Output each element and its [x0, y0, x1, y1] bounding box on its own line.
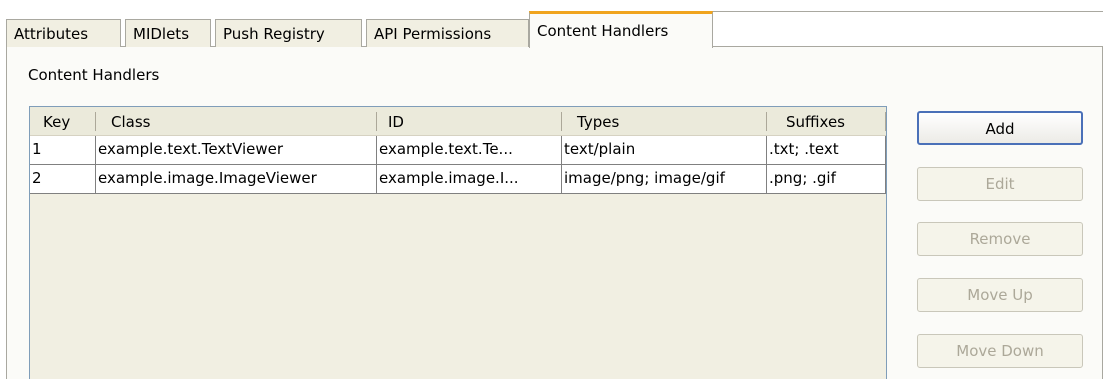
content-handlers-editor: Attributes MIDlets Push Registry API Per… — [0, 0, 1103, 379]
cell-suffixes: .png; .gif — [767, 165, 886, 194]
column-header-suffixes[interactable]: Suffixes — [767, 107, 886, 136]
move-down-button[interactable]: Move Down — [917, 334, 1083, 368]
tab-strip-top-edge — [713, 11, 1103, 12]
tab-strip: Attributes MIDlets Push Registry API Per… — [6, 11, 1103, 48]
content-handlers-table[interactable]: Key Class ID Types Suffixes 1 example.te… — [29, 106, 887, 379]
section-title: Content Handlers — [28, 66, 160, 84]
cell-types: image/png; image/gif — [562, 165, 767, 194]
cell-types: text/plain — [562, 136, 767, 165]
cell-class: example.text.TextViewer — [96, 136, 377, 165]
tab-midlets[interactable]: MIDlets — [125, 19, 211, 47]
add-button[interactable]: Add — [917, 111, 1083, 145]
content-handlers-panel: Content Handlers Key Class ID Types Suff… — [6, 47, 1103, 379]
table-row[interactable]: 1 example.text.TextViewer example.text.T… — [30, 136, 886, 165]
tab-label: Push Registry — [223, 25, 325, 43]
column-header-label: Key — [43, 113, 71, 131]
column-header-label: Types — [577, 113, 620, 131]
tab-label: Attributes — [14, 25, 89, 43]
column-header-label: Class — [111, 113, 151, 131]
edit-button[interactable]: Edit — [917, 167, 1083, 201]
tab-label: API Permissions — [374, 25, 492, 43]
cell-key: 1 — [30, 136, 96, 165]
table-row[interactable]: 2 example.image.ImageViewer example.imag… — [30, 165, 886, 194]
cell-suffixes: .txt; .text — [767, 136, 886, 165]
tab-attributes[interactable]: Attributes — [6, 19, 121, 47]
tab-api-permissions[interactable]: API Permissions — [366, 19, 529, 47]
column-separator — [885, 112, 886, 131]
move-up-button[interactable]: Move Up — [917, 278, 1083, 312]
tab-push-registry[interactable]: Push Registry — [215, 19, 362, 47]
column-header-class[interactable]: Class — [96, 107, 377, 136]
tab-label: MIDlets — [133, 25, 190, 43]
column-header-label: Suffixes — [786, 113, 845, 131]
column-header-id[interactable]: ID — [377, 107, 562, 136]
cell-id: example.text.Te... — [377, 136, 562, 165]
tab-content-handlers[interactable]: Content Handlers — [529, 11, 713, 48]
cell-class: example.image.ImageViewer — [96, 165, 377, 194]
column-header-label: ID — [388, 113, 404, 131]
remove-button[interactable]: Remove — [917, 222, 1083, 256]
tab-label: Content Handlers — [537, 22, 669, 40]
column-header-types[interactable]: Types — [562, 107, 767, 136]
column-header-key[interactable]: Key — [30, 107, 96, 136]
cell-id: example.image.I... — [377, 165, 562, 194]
cell-key: 2 — [30, 165, 96, 194]
